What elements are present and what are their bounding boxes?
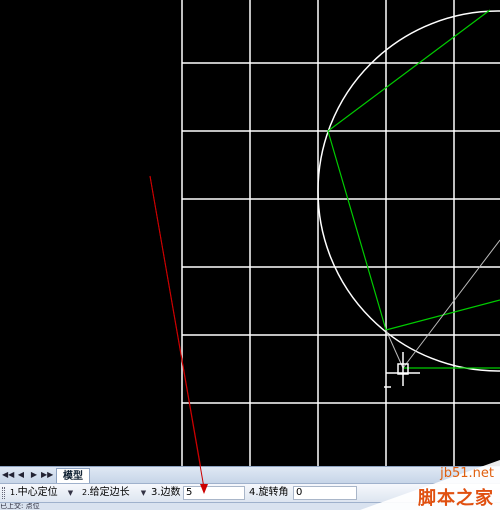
- rotation-label: 4.旋转角: [249, 487, 289, 498]
- status-text: 已上交: 点位: [0, 502, 40, 510]
- watermark-url: jb51.net: [440, 466, 494, 481]
- tab-model[interactable]: 模型: [56, 468, 90, 484]
- watermark-name: 脚本之家: [418, 488, 494, 509]
- option-number: 1.: [10, 488, 18, 497]
- crosshair-cursor-icon: [384, 352, 420, 388]
- option-label: 中心定位: [17, 487, 58, 498]
- cad-drawing: [149, 0, 500, 466]
- pentagon-edges: [327, 9, 500, 331]
- grid-lines: [181, 0, 500, 466]
- last-tab-icon[interactable]: ▶▶: [41, 469, 53, 481]
- drawing-canvas[interactable]: [0, 0, 500, 466]
- option-label: 给定边长: [89, 487, 130, 498]
- option-number: 2.: [82, 488, 90, 497]
- chevron-down-icon[interactable]: ▼: [139, 486, 148, 500]
- chevron-down-icon[interactable]: ▼: [66, 486, 75, 500]
- option-given-side-length[interactable]: 2.给定边长: [82, 486, 130, 500]
- toolbar-grip[interactable]: [2, 487, 5, 499]
- first-tab-icon[interactable]: ◀◀: [2, 469, 14, 481]
- sides-input[interactable]: 5: [183, 486, 245, 500]
- annotation-arrow: [149, 175, 202, 466]
- next-tab-icon[interactable]: ▶: [28, 469, 40, 481]
- option-center-locate[interactable]: 1.中心定位: [10, 486, 58, 500]
- watermark: jb51.net 脚本之家: [360, 460, 500, 510]
- sides-label: 3.边数: [151, 487, 181, 498]
- previous-tab-icon[interactable]: ◀: [15, 469, 27, 481]
- rotation-input[interactable]: 0: [293, 486, 357, 500]
